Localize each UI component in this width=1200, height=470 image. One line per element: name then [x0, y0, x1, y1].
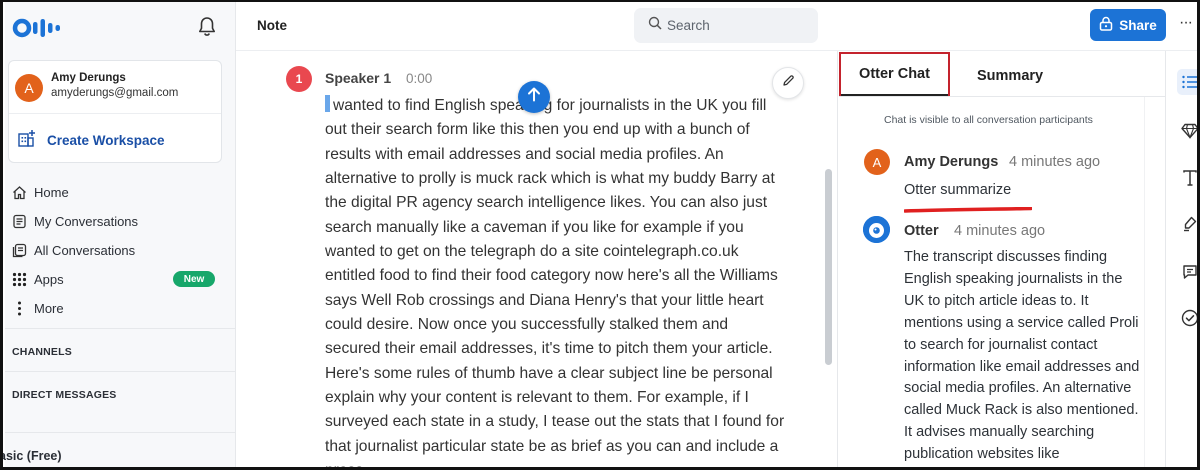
- share-label: Share: [1119, 17, 1157, 33]
- transcript-scrollbar[interactable]: [825, 169, 832, 365]
- message-author: Amy Derungs: [904, 154, 999, 170]
- otter-logo[interactable]: [12, 16, 64, 40]
- comment-icon[interactable]: [1179, 261, 1197, 283]
- text-cursor: [325, 95, 330, 112]
- divider: [9, 113, 221, 114]
- message-body: The transcript discusses finding English…: [904, 249, 1140, 463]
- divider: [837, 51, 838, 467]
- account-card: A Amy Derungs amyderungs@gmail.com Creat…: [8, 60, 222, 163]
- account-name: Amy Derungs: [51, 72, 126, 84]
- page-title: Note: [257, 18, 287, 33]
- otter-bot-avatar-icon: [863, 216, 890, 243]
- diamond-icon[interactable]: [1179, 120, 1197, 142]
- speaker-avatar[interactable]: 1: [286, 66, 312, 92]
- speaker-name[interactable]: Speaker 1: [325, 70, 391, 86]
- red-underline-annotation: [903, 200, 1033, 213]
- divider: [5, 432, 235, 433]
- check-circle-icon[interactable]: [1179, 307, 1197, 329]
- home-icon: [11, 184, 27, 200]
- create-workspace-label: Create Workspace: [47, 133, 165, 148]
- message-time: 4 minutes ago: [1009, 154, 1101, 170]
- document-icon: [11, 213, 27, 229]
- message-avatar: A: [864, 149, 890, 175]
- sidebar-item-all-conversations[interactable]: All Conversations: [11, 242, 135, 258]
- message-author: Otter: [904, 223, 939, 239]
- divider: [5, 328, 235, 329]
- lock-icon: [1099, 16, 1113, 34]
- sidebar-item-label: Home: [34, 184, 69, 200]
- highlighter-icon[interactable]: [1179, 213, 1197, 235]
- more-options-button[interactable]: ···: [1179, 14, 1193, 32]
- sidebar-item-label: More: [34, 300, 64, 316]
- sidebar-item-apps[interactable]: Apps: [11, 271, 64, 287]
- vertical-dots-icon: [11, 300, 27, 316]
- workspace-icon: [17, 128, 37, 153]
- pencil-icon: [782, 74, 795, 92]
- text-format-icon[interactable]: [1179, 167, 1197, 189]
- chat-scroll-area[interactable]: [1144, 97, 1161, 467]
- create-workspace-button[interactable]: Create Workspace: [17, 128, 165, 153]
- new-badge: New: [173, 271, 215, 287]
- tab-summary[interactable]: Summary: [977, 68, 1043, 84]
- transcript-text[interactable]: wanted to find English speaking for jour…: [325, 94, 785, 467]
- direct-messages-heading[interactable]: DIRECT MESSAGES: [12, 389, 117, 401]
- sidebar-item-more[interactable]: More: [11, 300, 64, 316]
- apps-grid-icon: [11, 271, 27, 287]
- plan-label[interactable]: asic (Free): [3, 449, 62, 463]
- app-window: A Amy Derungs amyderungs@gmail.com Creat…: [0, 0, 1200, 470]
- scroll-to-top-button[interactable]: [518, 81, 550, 113]
- divider: [1165, 51, 1166, 467]
- search-placeholder: Search: [667, 18, 710, 33]
- outline-list-icon[interactable]: [1177, 69, 1197, 95]
- sidebar-item-label: All Conversations: [34, 242, 136, 258]
- message-time: 4 minutes ago: [954, 223, 1046, 239]
- divider: [5, 371, 235, 372]
- channels-heading[interactable]: CHANNELS: [12, 346, 72, 358]
- tab-otter-chat[interactable]: Otter Chat: [839, 52, 950, 96]
- account-email: amyderungs@gmail.com: [51, 87, 179, 99]
- message-body: Otter summarize: [904, 182, 1012, 198]
- search-icon: [648, 16, 662, 35]
- notification-bell-icon[interactable]: [197, 16, 217, 38]
- sidebar-item-label: My Conversations: [34, 213, 139, 229]
- arrow-up-icon: [527, 87, 541, 107]
- transcript-body: wanted to find English speaking for jour…: [325, 97, 785, 467]
- chat-visibility-note: Chat is visible to all conversation part…: [884, 114, 1093, 126]
- user-avatar[interactable]: A: [15, 74, 43, 102]
- search-input[interactable]: Search: [634, 8, 818, 43]
- sidebar-item-label: Apps: [34, 271, 64, 287]
- sidebar-item-home[interactable]: Home: [11, 184, 69, 200]
- sidebar-item-my-conversations[interactable]: My Conversations: [11, 213, 138, 229]
- share-button[interactable]: Share: [1090, 9, 1166, 41]
- documents-icon: [11, 242, 27, 258]
- transcript-timestamp[interactable]: 0:00: [406, 71, 432, 86]
- sidebar: A Amy Derungs amyderungs@gmail.com Creat…: [3, 2, 236, 467]
- divider: [236, 50, 1197, 51]
- tab-divider: [839, 96, 1165, 97]
